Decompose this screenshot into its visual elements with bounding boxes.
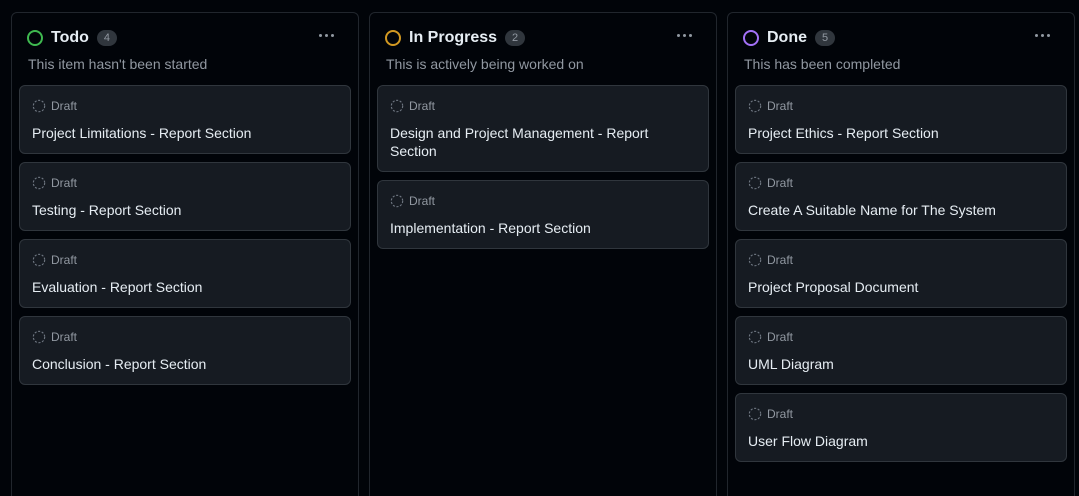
- card[interactable]: Draft Project Ethics - Report Section: [735, 85, 1067, 154]
- card-status-label: Draft: [767, 407, 794, 421]
- draft-icon: [748, 99, 762, 113]
- card-list: Draft Design and Project Management - Re…: [377, 85, 709, 257]
- card-title[interactable]: UML Diagram: [748, 355, 1054, 373]
- card[interactable]: Draft Project Proposal Document: [735, 239, 1067, 308]
- card[interactable]: Draft Project Limitations - Report Secti…: [19, 85, 351, 154]
- card-status: Draft: [32, 252, 338, 268]
- draft-icon: [32, 253, 46, 267]
- card-status: Draft: [748, 252, 1054, 268]
- card-status: Draft: [748, 175, 1054, 191]
- card-title[interactable]: Design and Project Management - Report S…: [390, 124, 696, 160]
- column-options-button[interactable]: [312, 25, 340, 45]
- more-horizontal-icon: [1034, 33, 1050, 37]
- card[interactable]: Draft Testing - Report Section: [19, 162, 351, 231]
- column-header: Todo 4: [27, 27, 117, 49]
- card-status-label: Draft: [767, 330, 794, 344]
- card-status-label: Draft: [51, 99, 78, 113]
- card-status-label: Draft: [767, 253, 794, 267]
- column-header: Done 5: [743, 27, 835, 49]
- count-badge: 5: [815, 30, 835, 46]
- more-horizontal-icon: [676, 33, 692, 37]
- card-status: Draft: [748, 406, 1054, 422]
- card-title[interactable]: User Flow Diagram: [748, 432, 1054, 450]
- card[interactable]: Draft Evaluation - Report Section: [19, 239, 351, 308]
- column-options-button[interactable]: [1028, 25, 1056, 45]
- status-circle-icon: [27, 30, 43, 46]
- column-todo: Todo 4 This item hasn't been started Dra…: [11, 12, 359, 496]
- column-title: In Progress: [409, 29, 498, 46]
- card[interactable]: Draft Create A Suitable Name for The Sys…: [735, 162, 1067, 231]
- count-badge: 4: [96, 30, 117, 46]
- card-title[interactable]: Project Ethics - Report Section: [748, 124, 1054, 142]
- draft-icon: [748, 407, 762, 421]
- card-status-label: Draft: [409, 99, 436, 113]
- column-title: Done: [767, 29, 807, 46]
- card-status: Draft: [748, 98, 1054, 114]
- card-status: Draft: [748, 329, 1054, 345]
- column-description: This has been completed: [744, 56, 901, 72]
- card-list: Draft Project Limitations - Report Secti…: [19, 85, 351, 393]
- column-description: This item hasn't been started: [28, 56, 208, 72]
- card-title[interactable]: Implementation - Report Section: [390, 219, 696, 237]
- card-status-label: Draft: [767, 176, 794, 190]
- card[interactable]: Draft Conclusion - Report Section: [19, 316, 351, 385]
- column-options-button[interactable]: [670, 25, 698, 45]
- draft-icon: [32, 176, 46, 190]
- card-status: Draft: [390, 193, 696, 209]
- card-status: Draft: [390, 98, 696, 114]
- card-status-label: Draft: [51, 176, 78, 190]
- draft-icon: [748, 253, 762, 267]
- project-board: Todo 4 This item hasn't been started Dra…: [0, 0, 1079, 496]
- more-horizontal-icon: [318, 33, 334, 37]
- column-header: In Progress 2: [385, 27, 526, 49]
- card-status-label: Draft: [767, 99, 794, 113]
- draft-icon: [748, 176, 762, 190]
- column-title: Todo: [51, 29, 89, 46]
- card-title[interactable]: Project Proposal Document: [748, 278, 1054, 296]
- card[interactable]: Draft Design and Project Management - Re…: [377, 85, 709, 172]
- count-badge: 2: [505, 30, 526, 46]
- card-title[interactable]: Evaluation - Report Section: [32, 278, 338, 296]
- draft-icon: [32, 330, 46, 344]
- card-status: Draft: [32, 98, 338, 114]
- card-title[interactable]: Project Limitations - Report Section: [32, 124, 338, 142]
- draft-icon: [390, 99, 404, 113]
- column-done: Done 5 This has been completed Draft Pro…: [727, 12, 1075, 496]
- card[interactable]: Draft Implementation - Report Section: [377, 180, 709, 249]
- card[interactable]: Draft User Flow Diagram: [735, 393, 1067, 462]
- card-status: Draft: [32, 329, 338, 345]
- draft-icon: [32, 99, 46, 113]
- status-circle-icon: [743, 30, 759, 46]
- card-status-label: Draft: [51, 253, 78, 267]
- column-description: This is actively being worked on: [386, 56, 584, 72]
- card-status-label: Draft: [51, 330, 78, 344]
- card-status-label: Draft: [409, 194, 436, 208]
- card-status: Draft: [32, 175, 338, 191]
- draft-icon: [748, 330, 762, 344]
- draft-icon: [390, 194, 404, 208]
- card[interactable]: Draft UML Diagram: [735, 316, 1067, 385]
- card-title[interactable]: Conclusion - Report Section: [32, 355, 338, 373]
- status-circle-icon: [385, 30, 401, 46]
- card-title[interactable]: Create A Suitable Name for The System: [748, 201, 1054, 219]
- card-title[interactable]: Testing - Report Section: [32, 201, 338, 219]
- column-in-progress: In Progress 2 This is actively being wor…: [369, 12, 717, 496]
- card-list: Draft Project Ethics - Report Section Dr…: [735, 85, 1067, 470]
